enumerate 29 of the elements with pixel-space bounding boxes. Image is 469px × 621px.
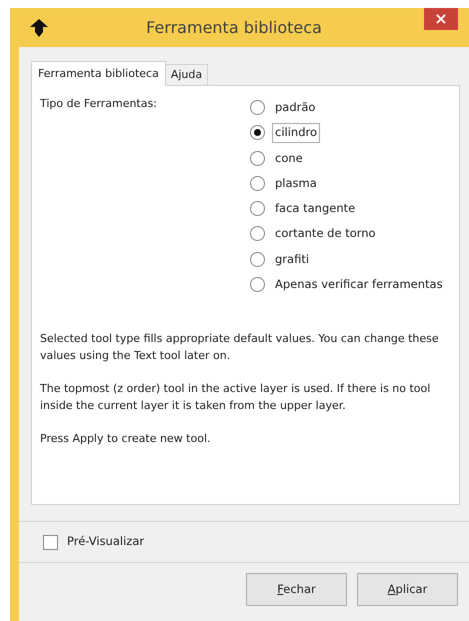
radio-button[interactable] [250,125,265,140]
tab[interactable]: Ferramenta biblioteca [31,60,166,86]
radio-label: cilindro [272,123,320,142]
radio-button[interactable] [250,252,265,267]
radio-button[interactable] [250,100,265,116]
radio-button[interactable] [250,201,265,216]
radio-label: grafiti [274,250,310,268]
window-title: Ferramenta biblioteca [145,16,323,38]
description-text: Press Apply to create new tool. [40,431,212,447]
description-text: The topmost (z order) tool in the active layer is used. If there is no tool inside the current layer it is taken from the upper layer. [40,381,432,414]
radio-label: faca tangente [274,200,356,217]
tool-type-label: Tipo de Ferramentas: [40,96,158,112]
radio-label: padrão [274,99,316,116]
preview-label: Pré-Visualizar [67,533,144,550]
radio-button[interactable] [250,150,265,166]
dialog-button[interactable]: Aplicar [357,573,458,606]
radio-label: Apenas verificar ferramentas [274,276,444,293]
radio-button[interactable] [250,176,265,191]
radio-button[interactable] [250,226,265,242]
radio-button[interactable] [250,276,265,292]
close-button[interactable]: × [424,8,458,30]
preview-checkbox[interactable] [43,534,58,550]
radio-label: cone [274,150,304,166]
tab[interactable]: Ajuda [164,64,208,85]
radio-label: plasma [274,174,318,192]
description-text: Selected tool type fills appropriate default values. You can change these values using the Text tool later on. [40,331,440,364]
app-icon [29,18,49,38]
dialog-button[interactable]: Fechar [246,573,347,606]
radio-label: cortante de torno [274,225,377,242]
